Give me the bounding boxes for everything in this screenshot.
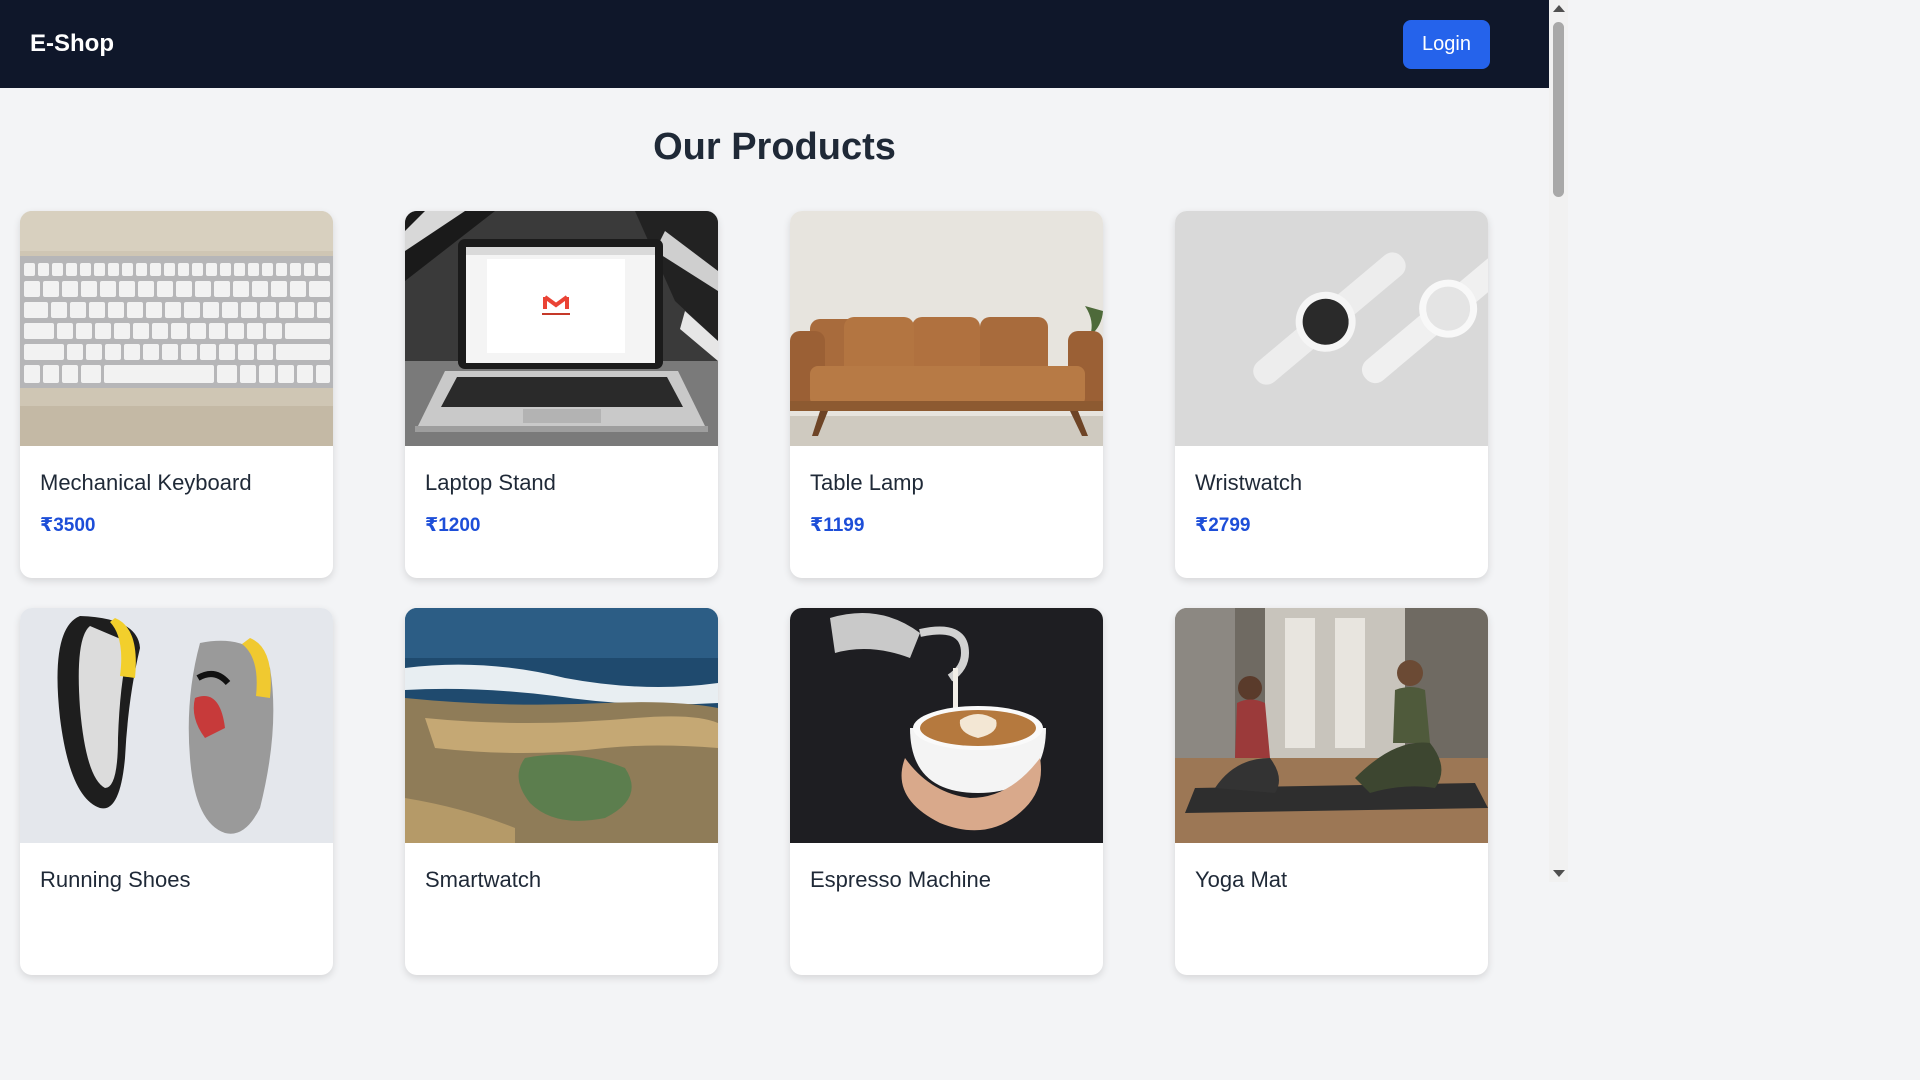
product-name[interactable]: Espresso Machine xyxy=(810,867,991,893)
product-card[interactable]: Wristwatch ₹2799 xyxy=(1175,211,1488,578)
product-name[interactable]: Table Lamp xyxy=(810,470,924,496)
product-card[interactable]: Smartwatch xyxy=(405,608,718,975)
brand-logo[interactable]: E-Shop xyxy=(30,30,114,58)
product-name[interactable]: Mechanical Keyboard xyxy=(40,470,252,496)
laptop-image[interactable] xyxy=(405,211,718,446)
product-price: ₹3500 xyxy=(40,515,96,536)
product-name[interactable]: Yoga Mat xyxy=(1195,867,1287,893)
product-name[interactable]: Running Shoes xyxy=(40,867,190,893)
product-price: ₹2799 xyxy=(1195,515,1251,536)
navbar: E-Shop Login xyxy=(0,0,1549,88)
product-card[interactable]: Laptop Stand ₹1200 xyxy=(405,211,718,578)
product-card[interactable]: Espresso Machine xyxy=(790,608,1103,975)
vertical-scrollbar[interactable] xyxy=(1549,0,1568,882)
sofa-image[interactable] xyxy=(790,211,1103,446)
keyboard-image[interactable] xyxy=(20,211,333,446)
scrollbar-thumb[interactable] xyxy=(1553,22,1564,197)
product-name[interactable]: Wristwatch xyxy=(1195,470,1302,496)
product-grid: Mechanical Keyboard ₹3500 Laptop Stand ₹… xyxy=(20,211,1488,975)
product-card[interactable]: Running Shoes xyxy=(20,608,333,975)
product-price: ₹1200 xyxy=(425,515,481,536)
coffee-image[interactable] xyxy=(790,608,1103,843)
product-name[interactable]: Smartwatch xyxy=(425,867,541,893)
product-card[interactable]: Yoga Mat xyxy=(1175,608,1488,975)
scroll-down-arrow-icon[interactable] xyxy=(1553,870,1565,877)
product-card[interactable]: Mechanical Keyboard ₹3500 xyxy=(20,211,333,578)
yoga-image[interactable] xyxy=(1175,608,1488,843)
login-button[interactable]: Login xyxy=(1403,19,1490,69)
sea-rocks-image[interactable] xyxy=(405,608,718,843)
page-title: Our Products xyxy=(653,126,896,168)
product-price: ₹1199 xyxy=(810,515,865,536)
product-card[interactable]: Table Lamp ₹1199 xyxy=(790,211,1103,578)
shoes-image[interactable] xyxy=(20,608,333,843)
watch-image[interactable] xyxy=(1175,211,1488,446)
product-name[interactable]: Laptop Stand xyxy=(425,470,556,496)
scroll-up-arrow-icon[interactable] xyxy=(1553,5,1565,12)
